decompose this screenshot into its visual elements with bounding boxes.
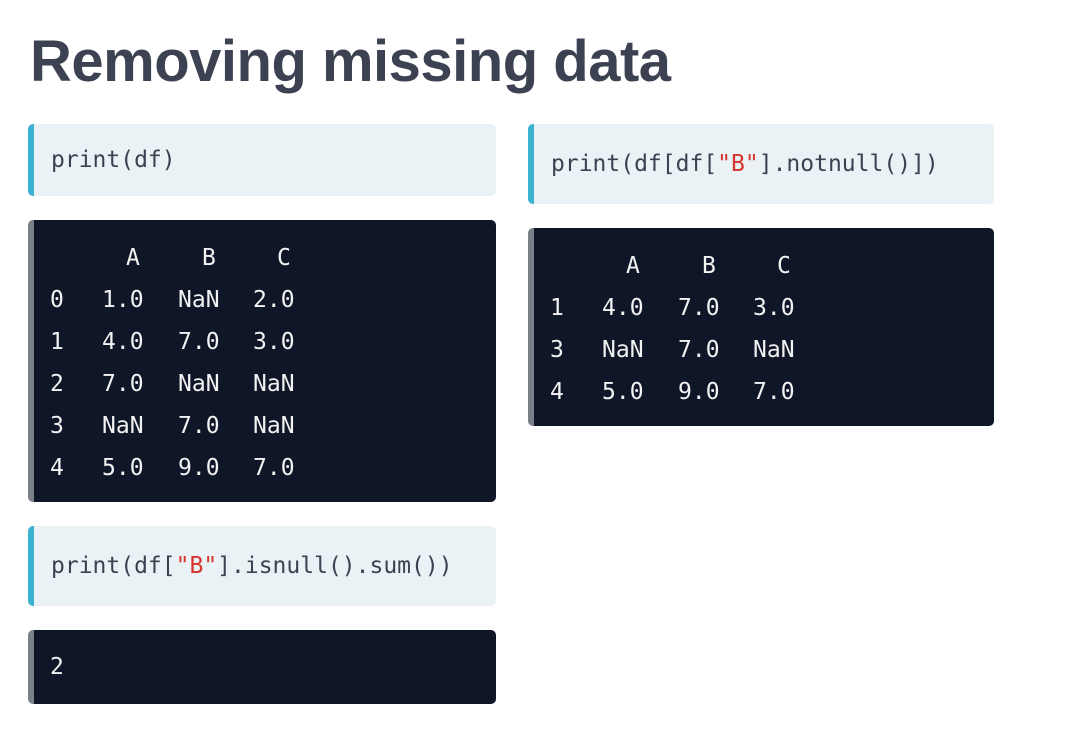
table-cell: 7.0 bbox=[678, 295, 720, 321]
table-cell: 7.0 bbox=[678, 337, 720, 363]
table-cell: 9.0 bbox=[178, 455, 220, 481]
code-string-literal: "B" bbox=[717, 151, 759, 177]
table-cell: 9.0 bbox=[678, 379, 720, 405]
column-header: C bbox=[277, 245, 291, 271]
table-cell: NaN bbox=[178, 371, 220, 397]
table-cell: 7.0 bbox=[253, 455, 295, 481]
table-cell: NaN bbox=[753, 337, 795, 363]
column-header: A bbox=[626, 253, 640, 279]
table-cell: NaN bbox=[253, 413, 295, 439]
table-cell: 7.0 bbox=[178, 413, 220, 439]
table-cell: 2.0 bbox=[253, 287, 295, 313]
column-header: B bbox=[202, 245, 216, 271]
row-index: 1 bbox=[50, 329, 64, 355]
slide: Removing missing data print(df) A B C 0 1.0 N… bbox=[0, 0, 1078, 740]
output-block-filtered-dataframe: A B C 1 4.0 7.0 3.0 3 NaN 7.0 NaN 4 5.0 9.0 7.0 bbox=[528, 228, 994, 426]
table-cell: 5.0 bbox=[602, 379, 644, 405]
row-index: 4 bbox=[50, 455, 64, 481]
table-cell: 7.0 bbox=[102, 371, 144, 397]
column-header: A bbox=[126, 245, 140, 271]
code-suffix: ].notnull()]) bbox=[758, 151, 939, 177]
table-cell: 5.0 bbox=[102, 455, 144, 481]
column-header: B bbox=[702, 253, 716, 279]
code-prefix: print(df[df[ bbox=[551, 151, 718, 177]
table-cell: NaN bbox=[253, 371, 295, 397]
row-index: 1 bbox=[550, 295, 564, 321]
code-block-isnull-sum: print(df["B"].isnull().sum()) bbox=[28, 526, 496, 606]
code-string-literal: "B" bbox=[175, 553, 218, 579]
code-block-notnull-filter: print(df[df["B"].notnull()]) bbox=[528, 124, 994, 204]
output-value: 2 bbox=[50, 654, 64, 680]
page-title: Removing missing data bbox=[30, 29, 671, 94]
row-index: 4 bbox=[550, 379, 564, 405]
table-cell: 4.0 bbox=[102, 329, 144, 355]
table-cell: 7.0 bbox=[753, 379, 795, 405]
row-index: 2 bbox=[50, 371, 64, 397]
code-block-print-df: print(df) bbox=[28, 124, 496, 196]
column-header: C bbox=[777, 253, 791, 279]
code-text: print(df) bbox=[51, 147, 176, 173]
code-suffix: ].isnull().sum()) bbox=[217, 553, 453, 579]
row-index: 3 bbox=[550, 337, 564, 363]
table-cell: NaN bbox=[602, 337, 644, 363]
table-cell: NaN bbox=[102, 413, 144, 439]
table-cell: 4.0 bbox=[602, 295, 644, 321]
table-cell: 3.0 bbox=[753, 295, 795, 321]
code-prefix: print(df[ bbox=[51, 553, 176, 579]
table-cell: 1.0 bbox=[102, 287, 144, 313]
output-block-dataframe: A B C 0 1.0 NaN 2.0 1 4.0 7.0 3.0 2 7.0 NaN NaN 3 NaN 7.0… bbox=[28, 220, 496, 502]
table-cell: 3.0 bbox=[253, 329, 295, 355]
output-block-sum: 2 bbox=[28, 630, 496, 704]
row-index: 3 bbox=[50, 413, 64, 439]
table-cell: 7.0 bbox=[178, 329, 220, 355]
table-cell: NaN bbox=[178, 287, 220, 313]
row-index: 0 bbox=[50, 287, 64, 313]
